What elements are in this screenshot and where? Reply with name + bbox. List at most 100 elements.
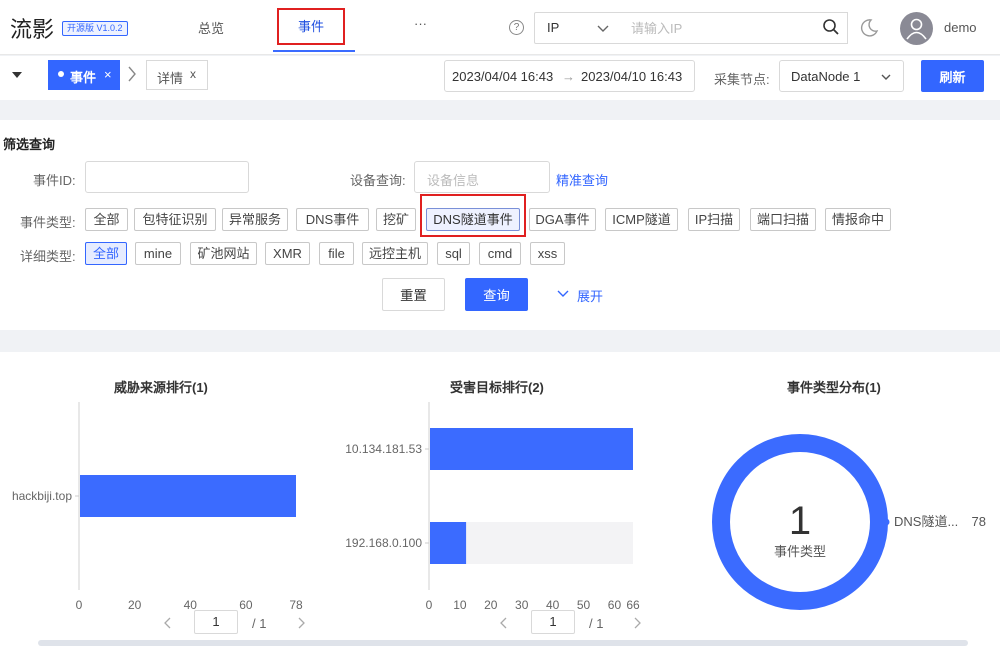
x-tick-label: 0 <box>76 598 83 612</box>
x-tick-label: 30 <box>515 598 529 612</box>
x-tick-label: 20 <box>128 598 142 612</box>
tag-dga-event[interactable]: DGA事件 <box>529 208 596 231</box>
username[interactable]: demo <box>944 20 977 35</box>
nav-more[interactable]: ··· <box>414 16 427 31</box>
x-tick-label: 78 <box>289 598 303 612</box>
tag-ip-scan[interactable]: IP扫描 <box>688 208 740 231</box>
chevron-right-icon <box>128 66 136 82</box>
tag-event-all[interactable]: 全部 <box>85 208 128 231</box>
horizontal-scrollbar[interactable] <box>38 640 968 646</box>
device-input[interactable]: 设备信息 <box>414 161 550 193</box>
user-icon <box>906 18 927 40</box>
prev-page-icon[interactable] <box>163 616 173 630</box>
tag-detail-xss[interactable]: xss <box>530 242 565 265</box>
date-start: 2023/04/04 16:43 <box>452 69 554 84</box>
active-dot-icon <box>58 71 64 77</box>
tag-intel-hit[interactable]: 情报命中 <box>825 208 891 231</box>
chevron-down-icon[interactable] <box>556 288 570 300</box>
x-tick-label: 66 <box>626 598 640 612</box>
filter-title: 筛选查询 <box>3 137 56 152</box>
top-bar: 流影 开源版 V1.0.2 总览 事件 ··· ? IP demo <box>0 0 1000 55</box>
nav-active-indicator <box>273 50 355 52</box>
ip-type-select[interactable]: IP <box>534 12 620 44</box>
bar <box>430 428 633 470</box>
tag-detail-pool-site[interactable]: 矿池网站 <box>190 242 257 265</box>
legend-label: DNS隧道... <box>894 514 958 529</box>
x-tick-label: 50 <box>577 598 591 612</box>
legend-value: 78 <box>972 514 986 529</box>
page-input[interactable]: 1 <box>194 610 238 634</box>
filter-panel: 筛选查询 事件ID: 设备查询: 设备信息 精准查询 事件类型: 全部 包特征识… <box>0 120 1000 330</box>
caret-down-icon[interactable] <box>11 70 23 83</box>
tag-detail-mine[interactable]: mine <box>135 242 181 265</box>
ip-type-value: IP <box>547 20 560 35</box>
nav-events[interactable]: 事件 <box>277 8 345 45</box>
theme-toggle-icon[interactable] <box>858 17 880 39</box>
charts-panel: 威胁来源排行(1) 受害目标排行(2) 事件类型分布(1) hackbiji.t… <box>0 352 1000 646</box>
bar <box>430 522 467 564</box>
tag-dns-event[interactable]: DNS事件 <box>296 208 369 231</box>
category-label: 10.134.181.53 <box>345 442 422 456</box>
tag-detail-sql[interactable]: sql <box>437 242 470 265</box>
next-page-icon[interactable] <box>296 616 306 630</box>
tab-close-icon[interactable]: × <box>104 67 112 82</box>
event-type-label: 事件类型: <box>20 215 76 230</box>
ip-search-input[interactable] <box>619 12 848 44</box>
tag-port-scan[interactable]: 端口扫描 <box>750 208 816 231</box>
reset-button[interactable]: 重置 <box>382 278 445 311</box>
category-label: 192.168.0.100 <box>345 536 422 550</box>
threat-source-chart: hackbiji.top0 20 40 60 78 <box>12 402 303 612</box>
query-button[interactable]: 查询 <box>465 278 528 311</box>
expand-link[interactable]: 展开 <box>577 286 603 305</box>
tag-icmp-tunnel[interactable]: ICMP隧道 <box>605 208 678 231</box>
event-id-input[interactable] <box>85 161 249 193</box>
version-badge: 开源版 V1.0.2 <box>62 21 128 36</box>
x-tick-label: 60 <box>239 598 253 612</box>
tag-packet-signature[interactable]: 包特征识别 <box>134 208 216 231</box>
legend-marker <box>882 518 890 526</box>
event-type-donut-chart: 1事件类型 DNS隧道... 78 <box>712 434 986 610</box>
x-tick-label: 0 <box>426 598 433 612</box>
node-label: 采集节点: <box>714 72 770 87</box>
donut-center-value: 1 <box>789 499 811 543</box>
donut-center-label: 事件类型 <box>774 544 826 559</box>
next-page-icon[interactable] <box>632 616 642 630</box>
device-placeholder: 设备信息 <box>427 173 480 188</box>
tab-bar: 事件 × 详情 x 2023/04/04 16:43 → 2023/04/10 … <box>0 56 1000 100</box>
x-tick-label: 60 <box>608 598 622 612</box>
page-input[interactable]: 1 <box>531 610 575 634</box>
refresh-button[interactable]: 刷新 <box>921 60 984 92</box>
nav-overview[interactable]: 总览 <box>198 18 224 37</box>
page-total: / 1 <box>589 616 604 631</box>
tag-detail-cmd[interactable]: cmd <box>479 242 521 265</box>
x-tick-label: 10 <box>453 598 467 612</box>
x-tick-label: 20 <box>484 598 498 612</box>
tab-label: 详情 <box>157 71 184 86</box>
tag-detail-file[interactable]: file <box>319 242 354 265</box>
node-select[interactable]: DataNode 1 <box>779 60 904 92</box>
tab-close-icon[interactable]: x <box>190 67 196 81</box>
tab-details[interactable]: 详情 x <box>146 60 208 90</box>
victim-target-chart: 10.134.181.53192.168.0.1000 10 20 30 40 50 60 6… <box>345 402 640 612</box>
tag-detail-all[interactable]: 全部 <box>85 242 127 265</box>
highlight-box <box>420 194 526 237</box>
precise-query-link[interactable]: 精准查询 <box>556 170 608 189</box>
chevron-down-icon <box>881 74 891 80</box>
tab-events[interactable]: 事件 × <box>48 60 120 90</box>
bar <box>80 475 296 517</box>
tag-abnormal-service[interactable]: 异常服务 <box>222 208 288 231</box>
app-logo: 流影 <box>10 18 55 43</box>
detail-type-label: 详细类型: <box>20 249 76 264</box>
tag-detail-rat-host[interactable]: 远控主机 <box>362 242 428 265</box>
help-icon[interactable]: ? <box>509 20 524 35</box>
search-icon[interactable] <box>822 18 840 36</box>
tag-detail-xmr[interactable]: XMR <box>265 242 310 265</box>
page-total: / 1 <box>252 616 267 631</box>
date-end: 2023/04/10 16:43 <box>581 69 683 84</box>
avatar[interactable] <box>900 12 933 45</box>
prev-page-icon[interactable] <box>499 616 509 630</box>
category-label: hackbiji.top <box>12 489 72 503</box>
node-value: DataNode 1 <box>791 69 861 84</box>
tag-mining[interactable]: 挖矿 <box>376 208 416 231</box>
date-range-picker[interactable]: 2023/04/04 16:43 → 2023/04/10 16:43 <box>444 60 695 92</box>
